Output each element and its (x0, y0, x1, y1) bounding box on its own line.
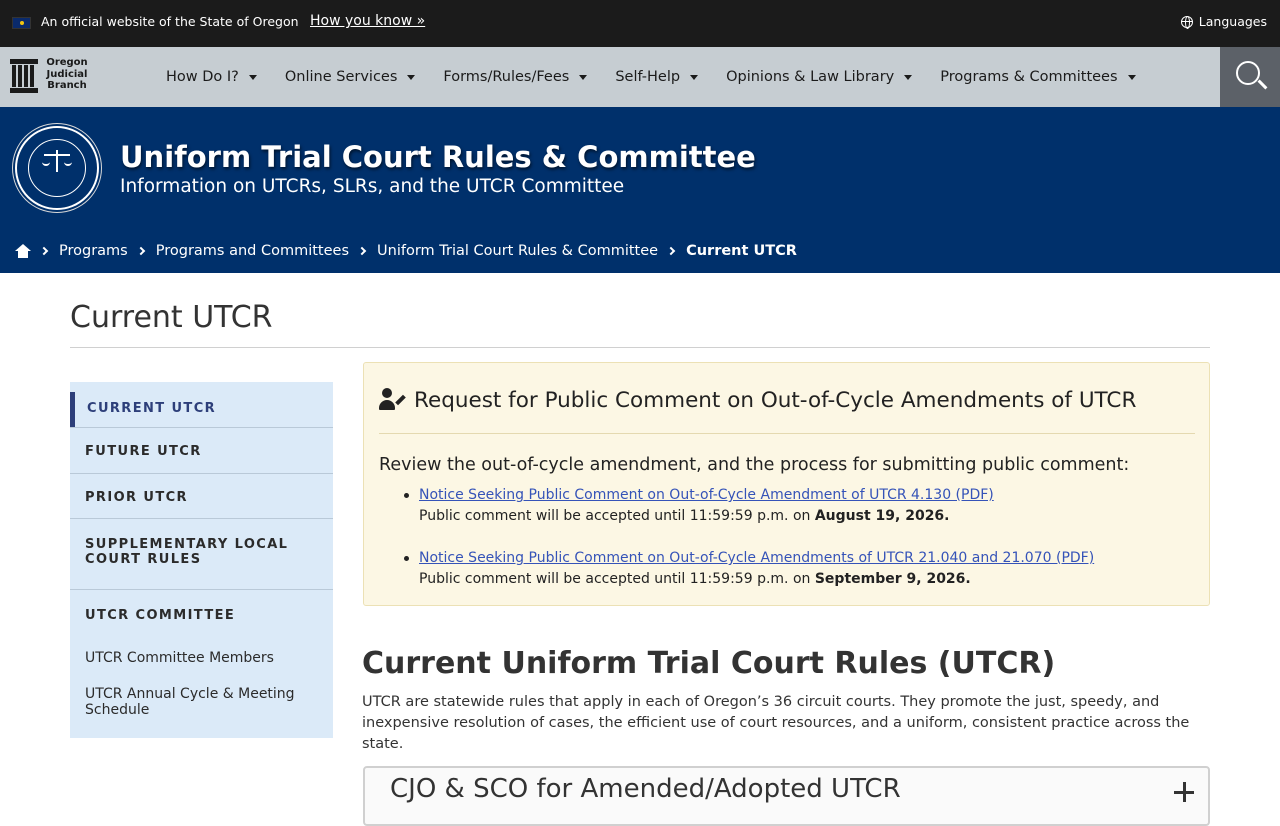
languages-label: Languages (1198, 14, 1267, 29)
user-edit-icon (379, 388, 407, 412)
pillar-icon (10, 59, 38, 93)
comment-deadline: Public comment will be accepted until 11… (419, 571, 971, 587)
sidenav-utcr-committee[interactable]: UTCR COMMITTEE (70, 608, 333, 623)
judicial-department-seal (15, 126, 99, 210)
divider (70, 347, 1210, 348)
side-nav: CURRENT UTCR FUTURE UTCR PRIOR UTCR SUPP… (70, 382, 333, 738)
divider (70, 518, 333, 519)
brand-text: Oregon Judicial Branch (46, 57, 88, 91)
search-button[interactable] (1220, 47, 1280, 107)
chevron-right-icon (136, 246, 145, 256)
page-banner: Uniform Trial Court Rules & Committee In… (0, 107, 1280, 273)
sidenav-supplementary-local-court-rules[interactable]: SUPPLEMENTARY LOCAL COURT RULES (70, 537, 300, 567)
notice-link-utcr-4130[interactable]: Notice Seeking Public Comment on Out-of-… (419, 487, 994, 503)
scales-of-justice-icon (42, 150, 72, 172)
nav-opinions-law-library[interactable]: Opinions & Law Library (726, 69, 913, 85)
breadcrumb-current: Current UTCR (686, 243, 797, 259)
sidenav-prior-utcr[interactable]: PRIOR UTCR (70, 490, 333, 505)
divider (70, 473, 333, 474)
globe-icon (1180, 15, 1193, 29)
divider (70, 589, 333, 590)
official-banner: An official website of the State of Oreg… (0, 0, 1280, 47)
public-comment-alert: Request for Public Comment on Out-of-Cyc… (363, 362, 1210, 606)
languages-button[interactable]: Languages (1180, 14, 1267, 29)
caret-down-icon (579, 74, 588, 80)
sidenav-future-utcr[interactable]: FUTURE UTCR (70, 444, 333, 459)
alert-list: Notice Seeking Public Comment on Out-of-… (379, 485, 1199, 590)
comment-deadline: Public comment will be accepted until 11… (419, 508, 950, 524)
main-nav: Oregon Judicial Branch How Do I? Online … (0, 47, 1280, 107)
nav-self-help[interactable]: Self-Help (615, 69, 699, 85)
banner-subtitle: Information on UTCRs, SLRs, and the UTCR… (120, 176, 625, 197)
divider (70, 427, 333, 428)
breadcrumb-utcr-committee[interactable]: Uniform Trial Court Rules & Committee (377, 243, 658, 259)
chevron-right-icon (666, 246, 676, 256)
sidenav-annual-cycle[interactable]: UTCR Annual Cycle & Meeting Schedule (85, 686, 320, 718)
how-you-know-link[interactable]: How you know » (310, 13, 425, 29)
chevron-right-icon (357, 246, 367, 256)
accordion-cjo-sco[interactable]: CJO & SCO for Amended/Adopted UTCR (363, 766, 1210, 826)
section-heading: Current Uniform Trial Court Rules (UTCR) (362, 646, 1056, 681)
nav-programs-committees[interactable]: Programs & Committees (940, 69, 1136, 85)
ojb-logo[interactable]: Oregon Judicial Branch (10, 57, 90, 99)
nav-forms-rules-fees[interactable]: Forms/Rules/Fees (443, 69, 588, 85)
alert-title: Request for Public Comment on Out-of-Cyc… (414, 388, 1137, 413)
caret-down-icon (248, 74, 257, 80)
plus-icon[interactable] (1174, 782, 1194, 802)
sidenav-committee-members[interactable]: UTCR Committee Members (85, 650, 320, 666)
bullet (404, 493, 409, 498)
nav-how-do-i[interactable]: How Do I? (166, 69, 257, 85)
banner-title: Uniform Trial Court Rules & Committee (120, 140, 756, 174)
section-intro: UTCR are statewide rules that apply in e… (362, 694, 1190, 752)
home-icon[interactable] (15, 244, 31, 258)
notice-link-utcr-21040[interactable]: Notice Seeking Public Comment on Out-of-… (419, 550, 1094, 566)
caret-down-icon (690, 74, 699, 80)
page-title: Current UTCR (70, 300, 273, 335)
breadcrumb: Programs Programs and Committees Uniform… (15, 243, 797, 259)
list-item: Notice Seeking Public Comment on Out-of-… (379, 485, 1199, 527)
alert-intro: Review the out-of-cycle amendment, and t… (379, 455, 1130, 475)
list-item: Notice Seeking Public Comment on Out-of-… (379, 548, 1199, 590)
sidenav-current-utcr[interactable]: CURRENT UTCR (70, 392, 333, 428)
nav-online-services[interactable]: Online Services (285, 69, 416, 85)
caret-down-icon (904, 74, 913, 80)
caret-down-icon (1127, 74, 1136, 80)
chevron-right-icon (39, 246, 49, 256)
breadcrumb-programs[interactable]: Programs (59, 243, 128, 259)
oregon-flag-icon (12, 17, 31, 29)
caret-down-icon (407, 74, 416, 80)
bullet (404, 556, 409, 561)
official-site-text: An official website of the State of Oreg… (41, 14, 299, 29)
breadcrumb-programs-and-committees[interactable]: Programs and Committees (156, 243, 349, 259)
divider (379, 433, 1195, 434)
